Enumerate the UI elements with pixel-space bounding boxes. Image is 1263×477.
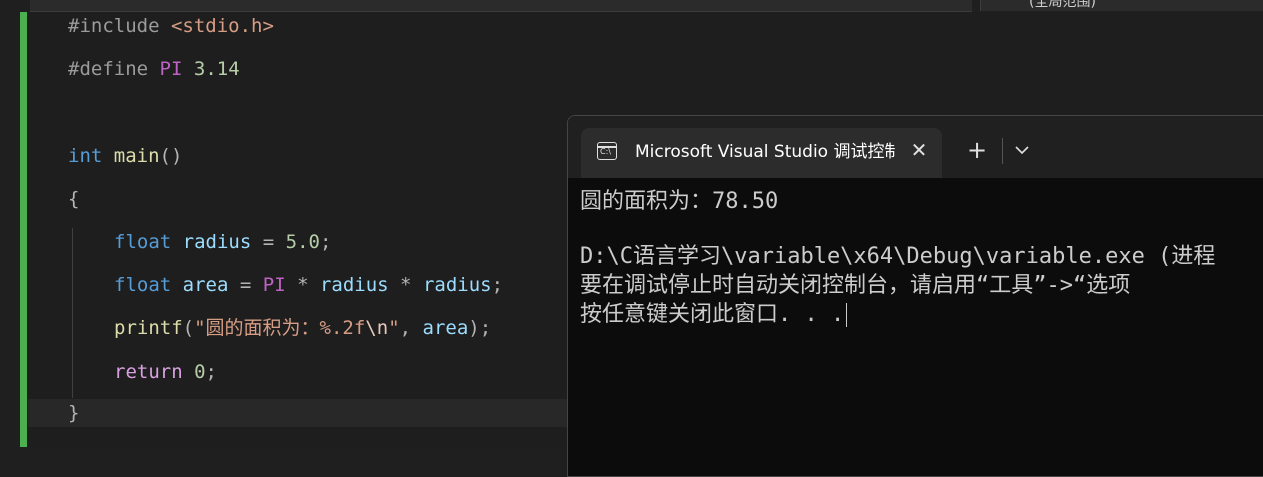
include-header: <stdio.h> [170,15,274,37]
function-name: printf [114,317,183,339]
parens: () [159,145,183,167]
console-icon: C:\ [597,142,617,160]
macro-name: PI [159,58,183,80]
change-tracking-bar [20,12,27,447]
macro-value: 3.14 [193,58,240,80]
type-keyword: float [114,231,172,253]
number-literal: 5.0 [285,231,320,253]
operator: * [388,274,423,296]
preprocessor-keyword: #include [68,15,160,37]
console-tab[interactable]: C:\ Microsoft Visual Studio 调试控制台 ✕ [581,128,942,178]
close-icon[interactable]: ✕ [907,138,931,162]
brace-close: } [68,402,80,424]
brace-open: { [68,188,80,210]
semicolon: ; [319,231,332,253]
code-line-include[interactable]: #include <stdio.h> [68,14,274,38]
type-keyword: int [68,145,103,167]
variable-name: radius [182,231,252,253]
console-tab-title: Microsoft Visual Studio 调试控制台 [635,142,895,162]
console-prompt-text: 按任意键关闭此窗口. . . [580,302,845,327]
top-tab-left[interactable] [30,0,972,12]
code-line-return[interactable]: return 0; [114,360,217,384]
string-literal: "圆的面积为：%.2f [194,317,366,339]
console-output-line: 要在调试停止时自动关闭控制台，请启用“工具”->“选项 [580,273,1131,298]
variable-name: radius [319,274,389,296]
text-cursor [846,303,848,327]
paren-close: ); [468,317,492,339]
number-literal: 0 [194,361,206,383]
scope-dropdown-label: (全局范围) [1029,0,1096,10]
operator: = [228,274,263,296]
console-output-line: D:\C语言学习\variable\x64\Debug\variable.exe… [580,244,1216,269]
operator: * [285,274,320,296]
macro-name: PI [262,274,286,296]
type-keyword: float [114,274,172,296]
variable-name: radius [422,274,492,296]
function-name: main [113,145,160,167]
preprocessor-keyword: #define [68,58,149,80]
operator: = [251,231,286,253]
variable-name: area [182,274,229,296]
debug-console-window[interactable]: C:\ Microsoft Visual Studio 调试控制台 ✕ + 圆的… [567,115,1263,477]
code-line-brace-close[interactable]: } [68,401,79,425]
console-output[interactable]: 圆的面积为：78.50 D:\C语言学习\variable\x64\Debug\… [568,178,1263,476]
chevron-down-icon[interactable] [1010,138,1034,164]
string-quote: " [388,317,400,339]
code-line-main[interactable]: int main() [68,144,182,168]
scope-dropdown[interactable]: (全局范围) [980,0,1263,11]
code-line-brace-open[interactable]: { [68,187,79,211]
code-line-printf[interactable]: printf("圆的面积为：%.2f\n", area); [114,316,491,340]
return-keyword: return [114,361,183,383]
console-output-line: 按任意键关闭此窗口. . . [580,300,848,330]
plus-icon[interactable]: + [963,136,991,164]
variable-name: area [422,317,469,339]
console-icon-label: C:\ [600,147,611,156]
console-titlebar[interactable]: C:\ Microsoft Visual Studio 调试控制台 ✕ + [568,116,1263,178]
semicolon: ; [491,274,504,296]
editor-gutter [0,0,20,447]
current-line-highlight [28,399,568,427]
titlebar-divider [1002,138,1003,164]
semicolon: ; [205,361,217,383]
code-line-area[interactable]: float area = PI * radius * radius; [114,273,503,297]
indent-guide [72,228,73,398]
code-line-radius[interactable]: float radius = 5.0; [114,230,331,254]
paren-open: ( [182,317,195,339]
comma: , [399,317,423,339]
escape-sequence: \n [365,317,389,339]
console-output-line: 圆的面积为：78.50 [580,189,779,214]
code-line-define[interactable]: #define PI 3.14 [68,57,240,81]
